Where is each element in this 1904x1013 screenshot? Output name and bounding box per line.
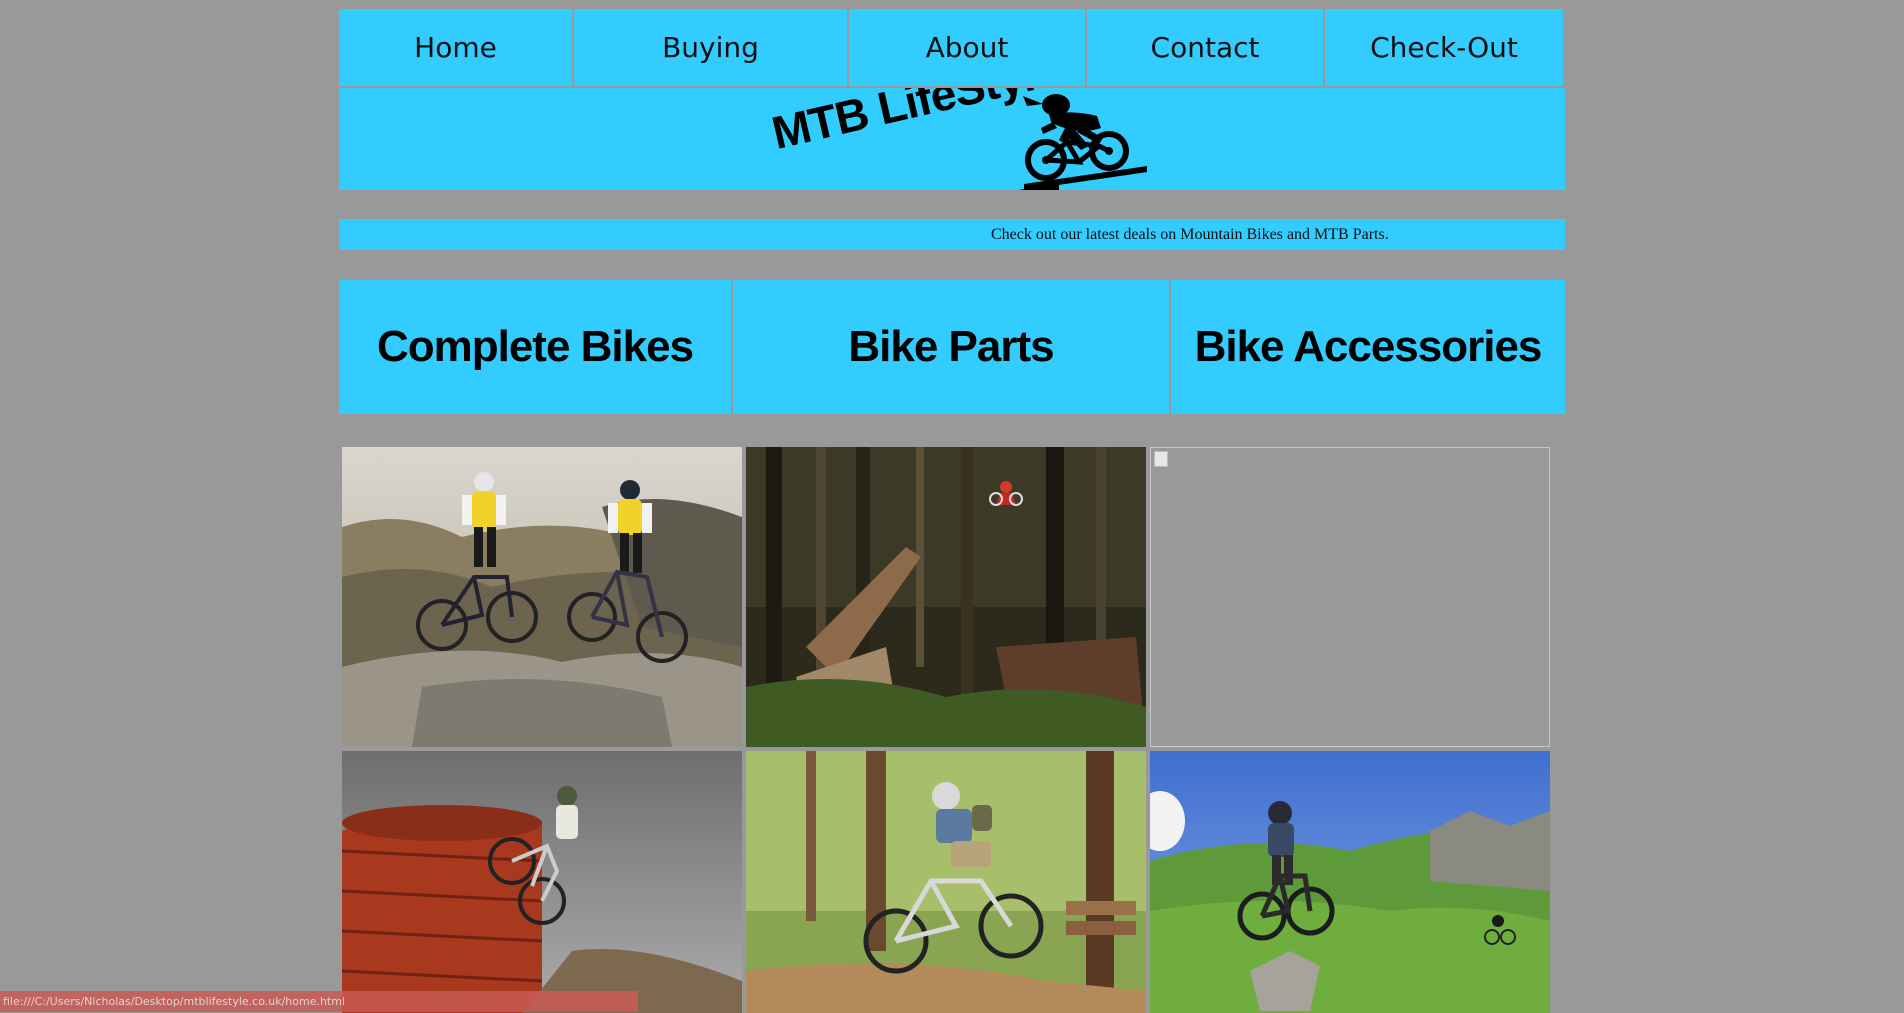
page: Home Buying About Contact Check-Out MTB … [0, 0, 1904, 1013]
tank-wallride-photo[interactable] [342, 751, 742, 1013]
forest-trail-rider-photo[interactable] [746, 751, 1146, 1013]
category-bar: Complete Bikes Bike Parts Bike Accessori… [339, 280, 1565, 414]
nav-item-about[interactable]: About [849, 9, 1085, 86]
two-riders-jump-photo[interactable] [342, 447, 742, 747]
header-banner: MTB LifeStyle [339, 88, 1565, 190]
status-url: file:///C:/Users/Nicholas/Desktop/mtblif… [3, 995, 346, 1008]
category-bike-accessories[interactable]: Bike Accessories [1171, 280, 1565, 414]
nav-item-buying[interactable]: Buying [574, 9, 847, 86]
browser-status-bar: file:///C:/Users/Nicholas/Desktop/mtblif… [0, 991, 638, 1012]
nav-item-contact[interactable]: Contact [1087, 9, 1323, 86]
forest-ramp-photo[interactable] [746, 447, 1146, 747]
main-nav: Home Buying About Contact Check-Out [339, 9, 1565, 86]
category-bike-parts[interactable]: Bike Parts [733, 280, 1169, 414]
broken-image-icon [1154, 451, 1168, 467]
category-complete-bikes[interactable]: Complete Bikes [339, 280, 731, 414]
ticker-text: Check out our latest deals on Mountain B… [991, 226, 1389, 243]
deals-ticker: Check out our latest deals on Mountain B… [339, 219, 1565, 250]
hillside-rider-photo[interactable] [1150, 751, 1550, 1013]
broken-image[interactable] [1150, 447, 1550, 747]
nav-item-checkout[interactable]: Check-Out [1325, 9, 1563, 86]
nav-item-home[interactable]: Home [339, 9, 572, 86]
mountain-biker-icon [1019, 94, 1147, 190]
